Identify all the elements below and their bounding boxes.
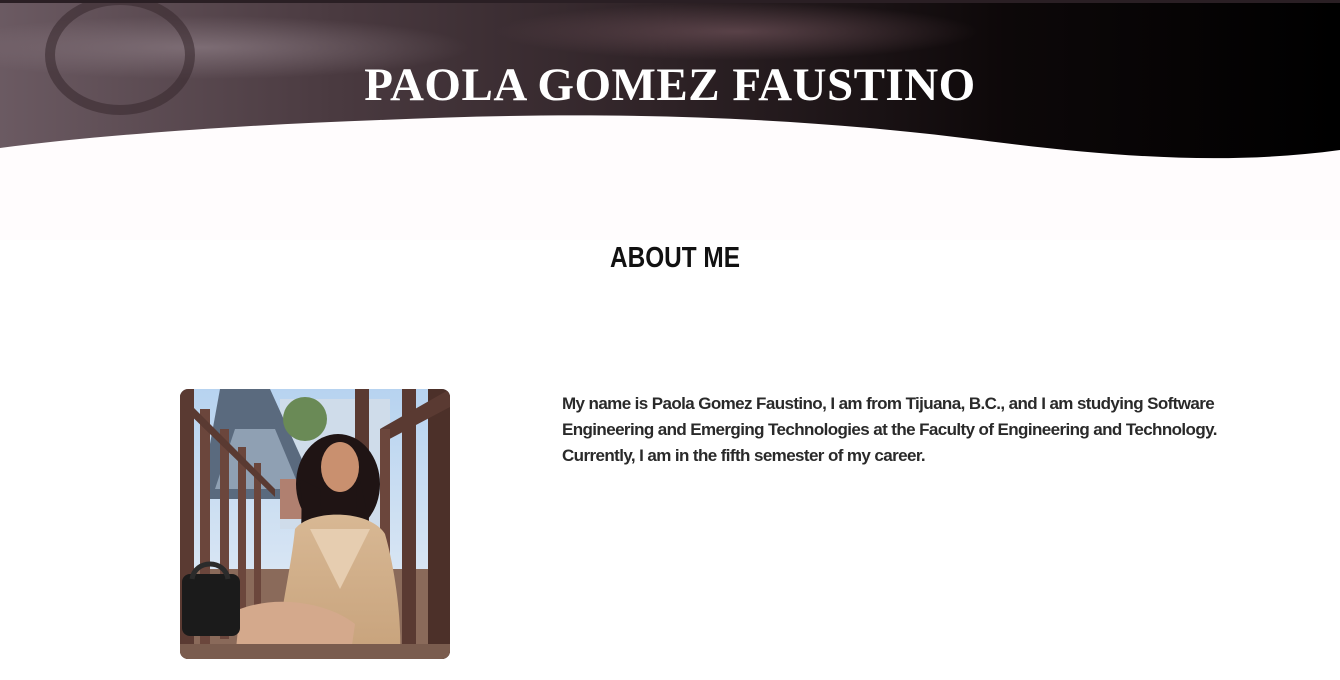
profile-photo (180, 389, 450, 659)
page-title: PAOLA GOMEZ FAUSTINO (364, 59, 976, 111)
hero-banner: PAOLA GOMEZ FAUSTINO (0, 0, 1340, 240)
hero-background-image (0, 0, 1340, 159)
profile-photo-image (180, 389, 450, 659)
about-heading: ABOUT ME (610, 242, 740, 274)
about-bio-text: My name is Paola Gomez Faustino, I am fr… (562, 394, 1217, 465)
